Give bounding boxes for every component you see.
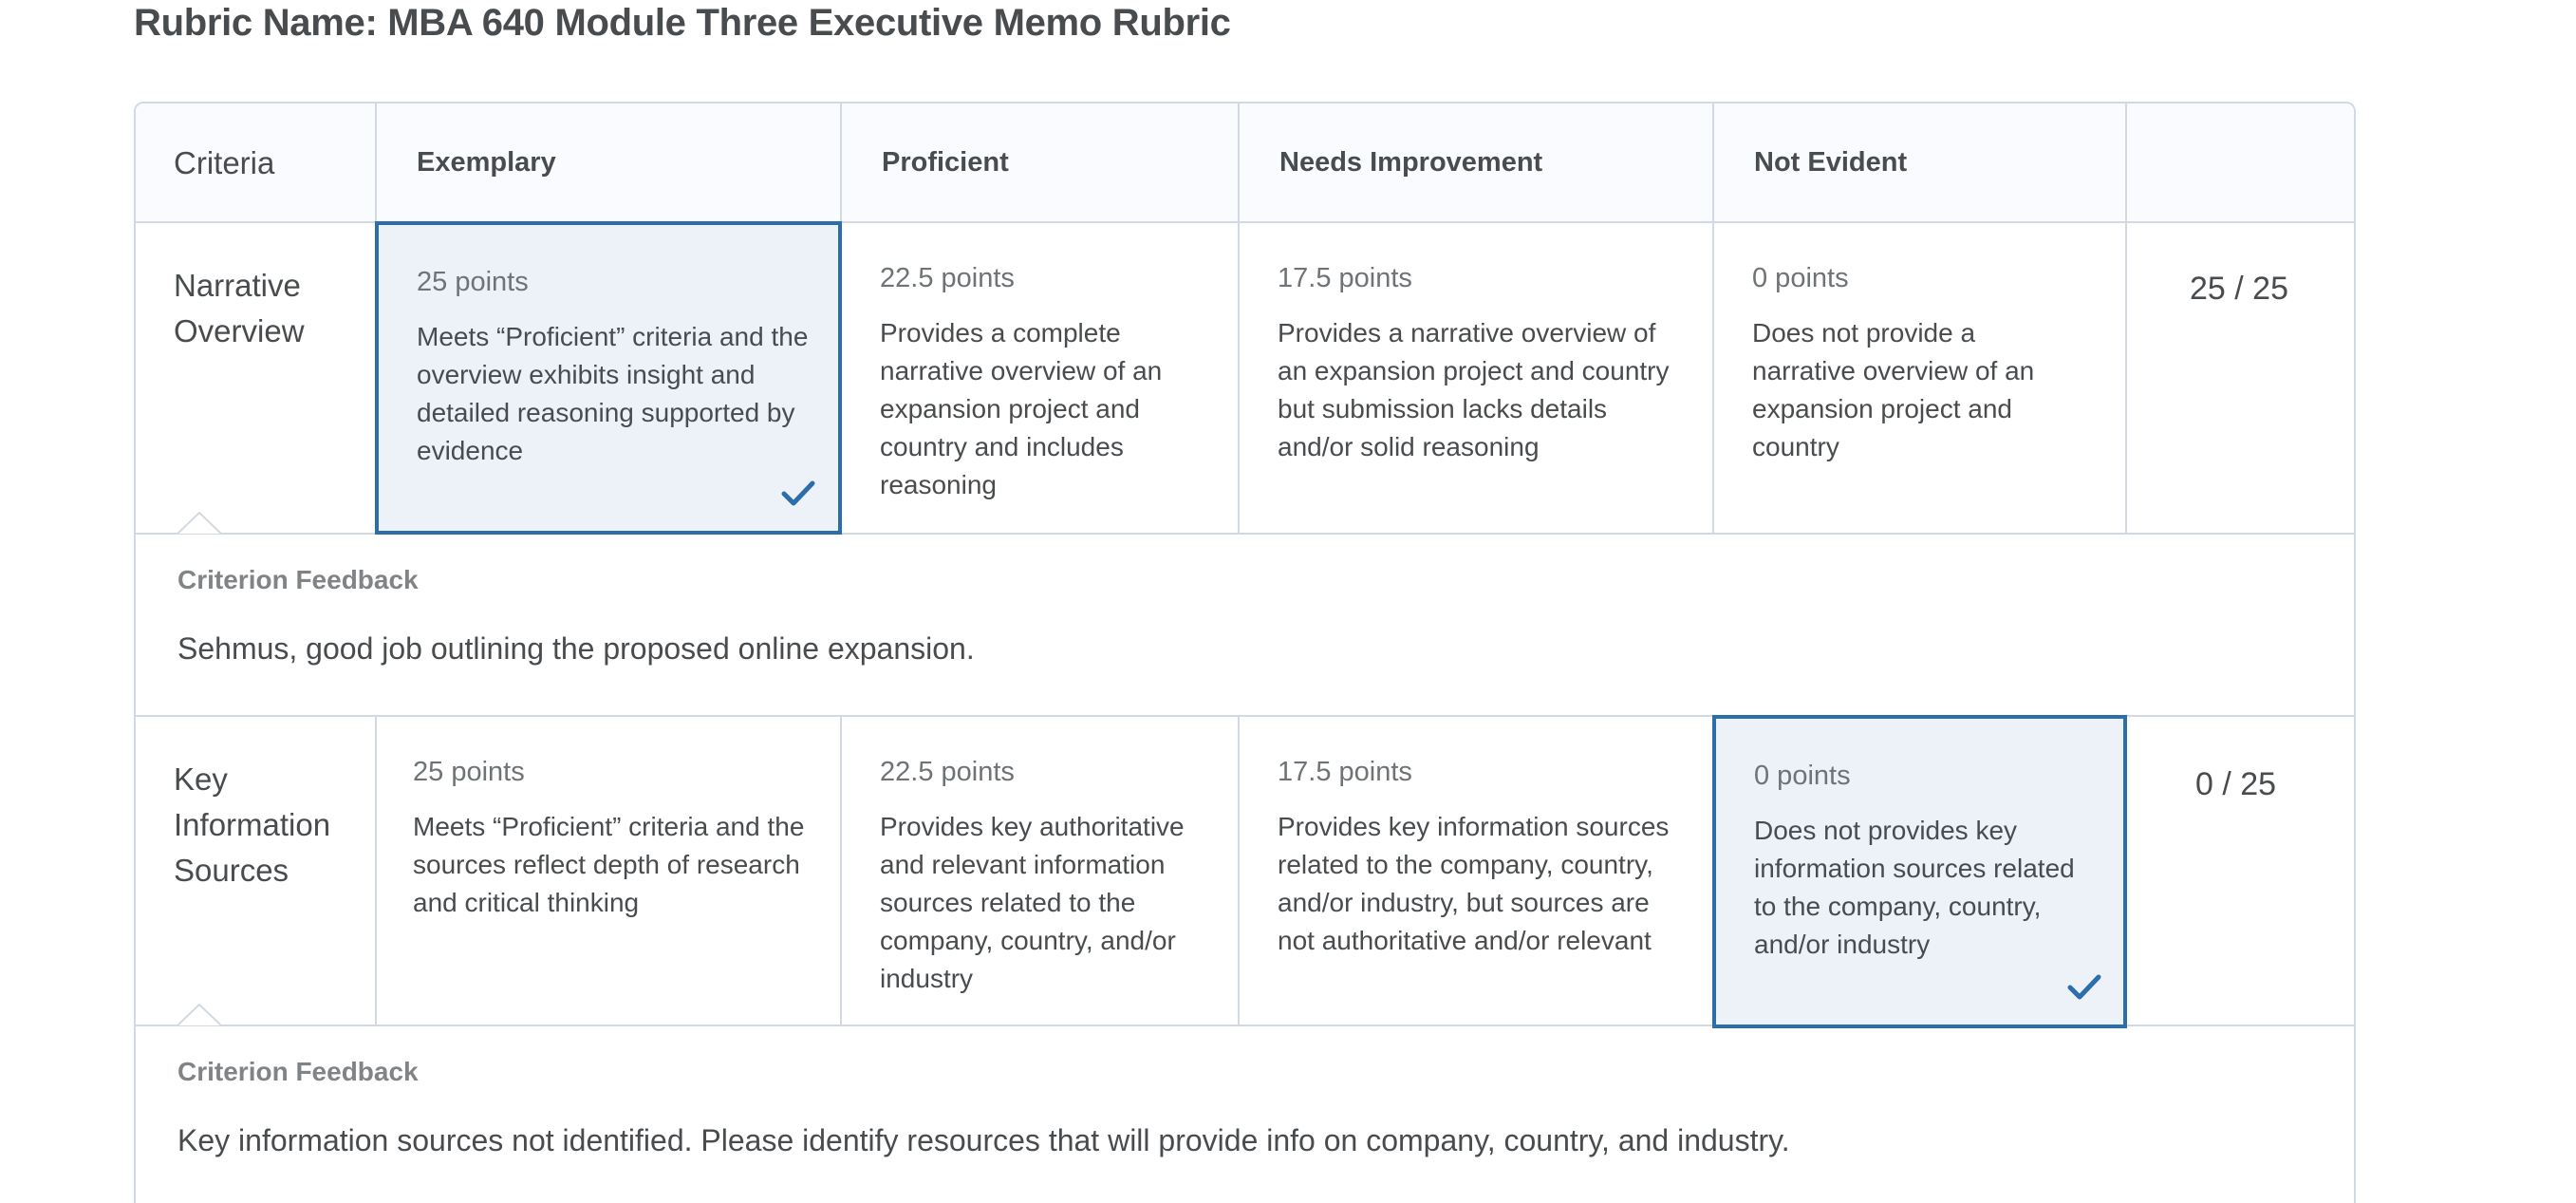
level-description: Meets “Proficient” criteria and the sour… [413,812,805,917]
criterion-feedback-text: Sehmus, good job outlining the proposed … [177,631,975,666]
level-points: 25 points [417,267,529,297]
level-points: 22.5 points [880,263,1015,293]
criterion-feedback-label: Criterion Feedback [177,1057,419,1086]
level-points: 0 points [1752,263,1849,293]
level-cell-needs-improvement[interactable]: 17.5 points Provides key information sou… [1240,717,1712,1024]
rubric-header-row: Criteria Exemplary Proficient Needs Impr… [136,103,2354,221]
criterion-name: Narrative Overview [174,268,305,348]
criterion-feedback-text: Key information sources not identified. … [177,1123,1790,1157]
level-cell-exemplary-selected[interactable]: 25 points Meets “Proficient” criteria an… [375,221,842,535]
level-header-proficient: Proficient [882,147,1009,178]
level-description: Provides key authoritative and relevant … [880,812,1185,993]
criteria-column-header: Criteria [174,145,275,180]
caret-up-icon [177,512,221,535]
level-points: 17.5 points [1278,263,1412,293]
criterion-name: Key Information Sources [174,761,331,888]
level-header-not-evident: Not Evident [1754,147,1908,178]
rubric-table: Criteria Exemplary Proficient Needs Impr… [134,102,2356,1203]
level-points: 22.5 points [880,757,1015,787]
criterion-score: 25 / 25 [2190,271,2288,307]
grid-line [2125,103,2127,533]
level-points: 0 points [1754,761,1851,791]
checkmark-icon [2067,974,2101,1000]
level-description: Provides a complete narrative overview o… [880,318,1163,499]
level-description: Does not provide a narrative overview of… [1752,318,2035,461]
level-cell-proficient[interactable]: 22.5 points Provides key authoritative a… [842,717,1238,1024]
level-points: 25 points [413,757,525,787]
level-cell-not-evident-selected[interactable]: 0 points Does not provides key informati… [1712,715,2127,1028]
level-cell-exemplary[interactable]: 25 points Meets “Proficient” criteria an… [377,717,840,1024]
level-header-exemplary: Exemplary [417,147,556,178]
level-points: 17.5 points [1278,757,1412,787]
level-cell-not-evident[interactable]: 0 points Does not provide a narrative ov… [1714,223,2125,533]
level-cell-proficient[interactable]: 22.5 points Provides a complete narrativ… [842,223,1238,533]
level-description: Provides a narrative overview of an expa… [1278,318,1670,461]
checkmark-icon [781,480,815,506]
level-description: Provides key information sources related… [1278,812,1670,955]
level-header-needs-improvement: Needs Improvement [1279,147,1543,178]
rubric-title: Rubric Name: MBA 640 Module Three Execut… [134,2,1231,44]
caret-up-icon [177,1004,221,1026]
level-description: Does not provides key information source… [1754,816,2075,959]
criterion-feedback-label: Criterion Feedback [177,565,419,594]
level-description: Meets “Proficient” criteria and the over… [417,322,809,465]
criterion-score: 0 / 25 [2195,766,2277,802]
level-cell-needs-improvement[interactable]: 17.5 points Provides a narrative overvie… [1240,223,1712,533]
